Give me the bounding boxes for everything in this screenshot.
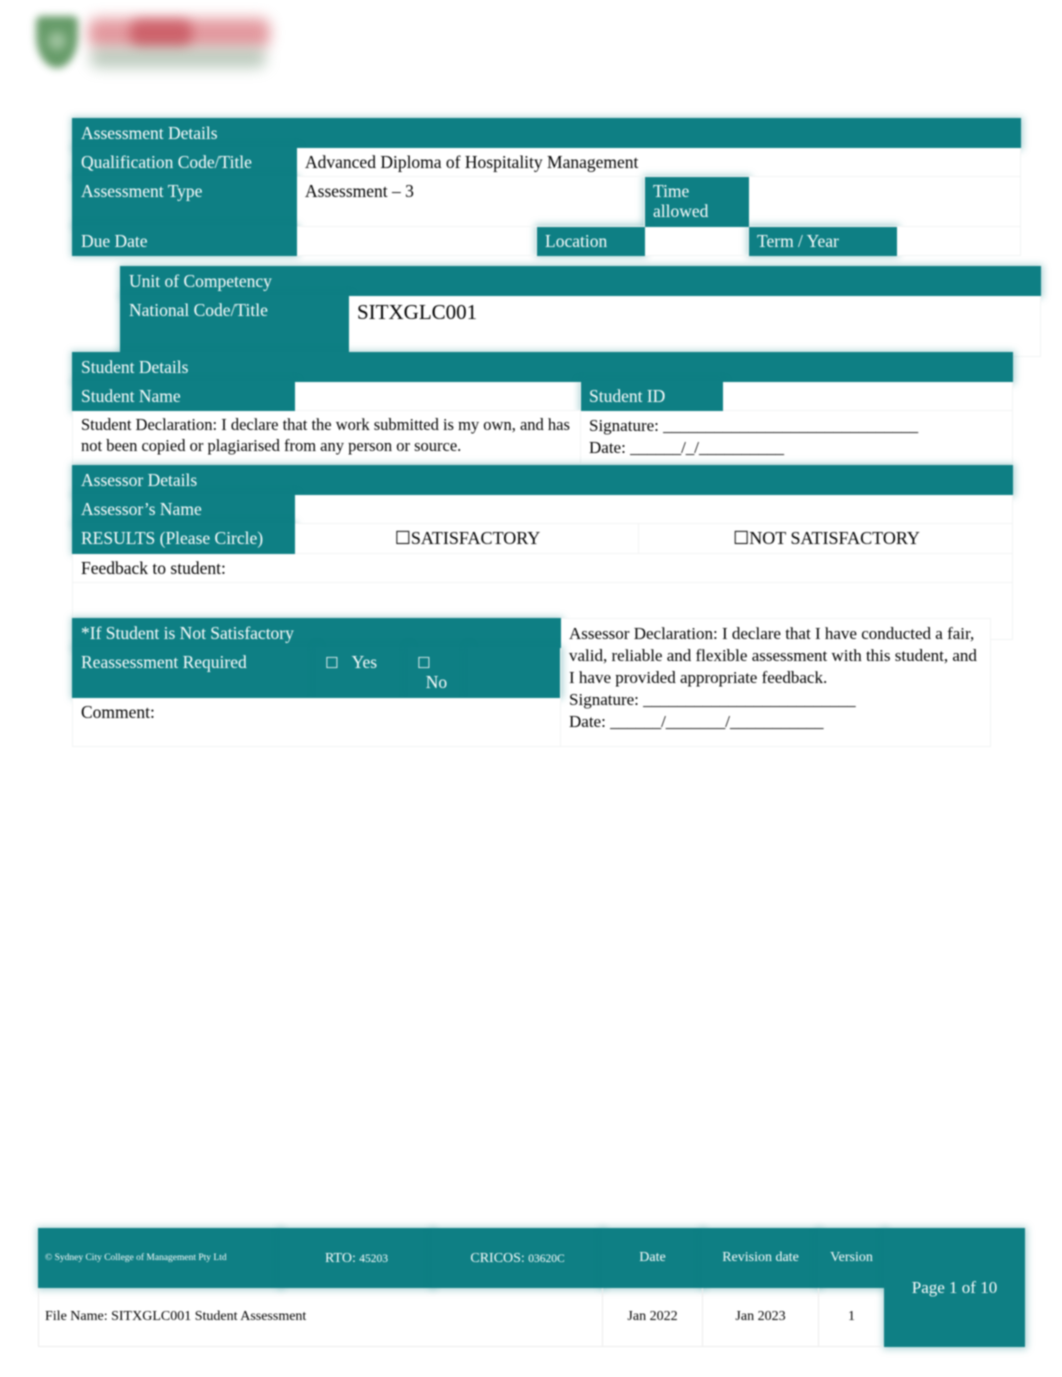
qualification-code-value[interactable]: Advanced Diploma of Hospitality Manageme…	[296, 147, 1021, 178]
student-name-label: Student Name	[72, 381, 295, 412]
assessor-name-value[interactable]	[293, 494, 1014, 525]
result-not-satisfactory-option[interactable]: ☐NOT SATISFACTORY	[637, 523, 1014, 554]
comment-label: Comment:	[81, 701, 155, 722]
table-row: Assessor Details	[71, 464, 1014, 496]
table-row: RESULTS (Please Circle) ☐SATISFACTORY ☐N…	[72, 523, 1014, 554]
reassessment-yes-label: Yes	[351, 652, 378, 673]
qualification-code-label: Qualification Code/Title	[72, 147, 297, 178]
assessor-details-table: Assessor Details Assessor’s Name RESULTS…	[71, 464, 1014, 641]
footer-rto: RTO: 45203	[280, 1228, 433, 1288]
student-signature-block: Signature: _____________________________…	[579, 410, 1014, 465]
footer-revision-header: Revision date	[702, 1228, 819, 1288]
location-label: Location	[536, 225, 645, 256]
footer-version-value: 1	[818, 1287, 885, 1347]
assessor-declaration-text: Assessor Declaration: I declare that I h…	[569, 624, 977, 688]
table-row: Assessment Details	[72, 117, 1021, 149]
footer-cricos: CRICOS: 03620C	[432, 1228, 603, 1288]
unit-of-competency-heading: Unit of Competency	[119, 265, 1042, 297]
assessor-date-line[interactable]: Date: ______/_______/___________	[569, 711, 984, 733]
student-id-label: Student ID	[580, 381, 723, 412]
feedback-label: Feedback to student:	[71, 552, 1014, 584]
student-id-value[interactable]	[721, 381, 1014, 412]
footer-cricos-label: CRICOS:	[470, 1250, 525, 1266]
reassessment-no-label: No	[425, 672, 448, 693]
table-row: Assessor’s Name	[72, 494, 1014, 525]
table-row: Unit of Competency	[119, 265, 1042, 297]
student-declaration-text: Student Declaration: I declare that the …	[72, 410, 581, 465]
student-date-line[interactable]: Date: ______/_/__________	[589, 437, 1006, 459]
table-row: Due Date Location Term / Year	[72, 225, 1021, 256]
time-allowed-value[interactable]	[748, 176, 1021, 227]
table-row: © Sydney City College of Management Pty …	[38, 1228, 1025, 1347]
logo-wordmark-secondary	[90, 48, 266, 68]
table-row: Student Name Student ID	[72, 381, 1014, 412]
footer-rto-label: RTO:	[325, 1250, 356, 1266]
results-label: RESULTS (Please Circle)	[72, 523, 295, 554]
logo-wordmark-accent	[130, 20, 192, 46]
table-row: Assessment Type Assessment – 3 Time allo…	[72, 176, 1021, 227]
checkbox-icon-no[interactable]: ☐	[417, 654, 430, 672]
table-row: Qualification Code/Title Advanced Diplom…	[72, 147, 1021, 178]
shield-icon	[36, 16, 78, 68]
reassessment-yes-option[interactable]: ☐ Yes	[316, 647, 409, 698]
reassessment-spacer	[467, 647, 562, 698]
reassessment-no-option[interactable]: ☐ No	[408, 647, 469, 698]
footer-table: © Sydney City College of Management Pty …	[38, 1228, 1025, 1347]
assessor-signature-line[interactable]: Signature: _________________________	[569, 689, 984, 711]
reassessment-table: *If Student is Not Satisfactory Assessor…	[71, 617, 992, 747]
student-signature-line[interactable]: Signature: _____________________________…	[589, 415, 1006, 437]
term-year-label: Term / Year	[748, 225, 897, 256]
page-number: Page 1 of 10	[884, 1228, 1025, 1347]
due-date-value[interactable]	[296, 225, 537, 256]
due-date-label: Due Date	[72, 225, 297, 256]
table-row: File Name: SITXGLC001 Student Assessment…	[38, 1287, 1025, 1347]
term-year-value[interactable]	[896, 225, 1021, 256]
footer-file-name: File Name: SITXGLC001 Student Assessment	[38, 1287, 603, 1347]
logo	[30, 4, 290, 94]
comment-cell[interactable]: Comment:	[71, 696, 562, 747]
national-code-value[interactable]: SITXGLC001	[347, 295, 1042, 358]
footer-revision-value: Jan 2023	[702, 1287, 819, 1347]
footer-cricos-value: 03620C	[528, 1252, 565, 1265]
time-allowed-label: Time allowed	[644, 176, 749, 227]
table-row: Student Details	[71, 351, 1014, 383]
assessment-details-heading: Assessment Details	[72, 117, 1021, 149]
assessment-type-value[interactable]: Assessment – 3	[296, 176, 645, 227]
location-value[interactable]	[644, 225, 749, 256]
footer-date-header: Date	[602, 1228, 703, 1288]
footer-copyright: © Sydney City College of Management Pty …	[38, 1228, 281, 1288]
unit-of-competency-table: Unit of Competency National Code/Title S…	[119, 265, 1042, 358]
reassessment-heading: *If Student is Not Satisfactory	[71, 617, 562, 649]
assessment-type-label: Assessment Type	[72, 176, 297, 227]
reassessment-required-label: Reassessment Required	[72, 647, 317, 698]
table-row: Feedback to student:	[71, 552, 1014, 584]
checkbox-icon-yes[interactable]: ☐	[325, 654, 338, 672]
student-details-table: Student Details Student Name Student ID …	[71, 351, 1014, 465]
table-row: National Code/Title SITXGLC001	[120, 295, 1042, 358]
student-name-value[interactable]	[294, 381, 581, 412]
student-details-heading: Student Details	[71, 351, 1014, 383]
table-row: Student Declaration: I declare that the …	[72, 410, 1014, 465]
assessment-details-table: Assessment Details Qualification Code/Ti…	[72, 117, 1021, 256]
result-satisfactory-option[interactable]: ☐SATISFACTORY	[294, 523, 639, 554]
assessor-details-heading: Assessor Details	[71, 464, 1014, 496]
footer-version-header: Version	[818, 1228, 885, 1288]
footer-date-value: Jan 2022	[602, 1287, 703, 1347]
footer-rto-value: 45203	[359, 1252, 388, 1265]
table-row: *If Student is Not Satisfactory Assessor…	[71, 617, 992, 747]
national-code-label: National Code/Title	[120, 295, 349, 358]
assessor-name-label: Assessor’s Name	[72, 494, 295, 525]
assessor-declaration-cell: Assessor Declaration: I declare that I h…	[560, 618, 992, 747]
